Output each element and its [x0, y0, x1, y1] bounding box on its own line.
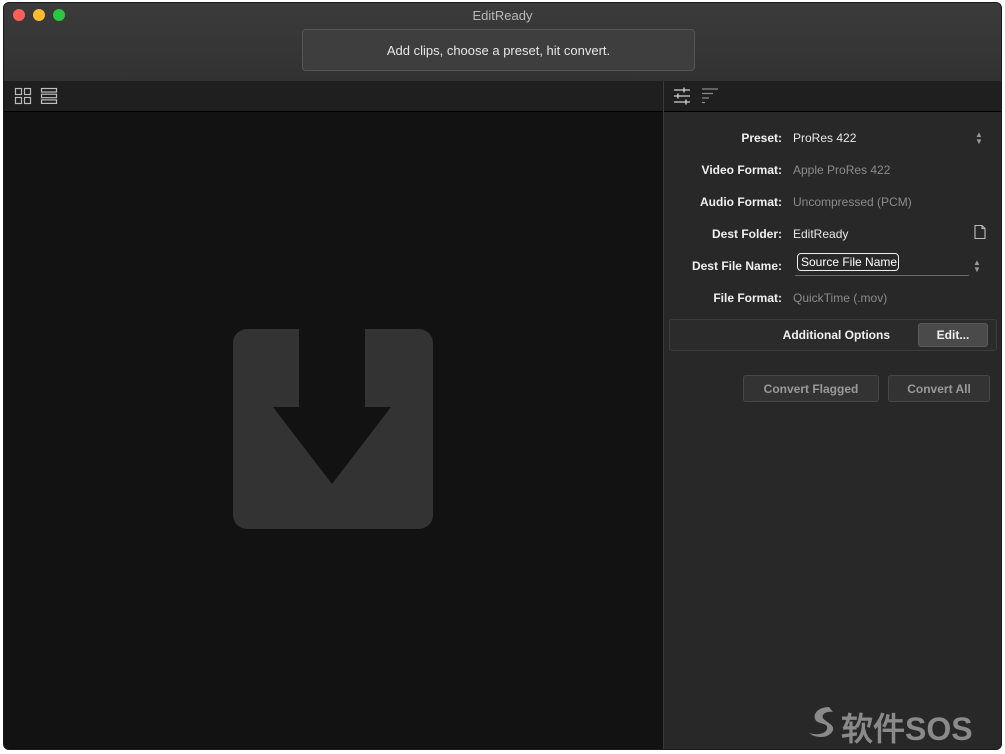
preset-label: Preset:	[741, 131, 782, 145]
dest-folder-row: Dest Folder: EditReady	[664, 223, 1001, 247]
watermark-text: 软件SOS	[841, 711, 973, 747]
sort-icon[interactable]	[700, 86, 720, 106]
dest-file-name-row: Dest File Name: Source File Name ▲ ▼	[664, 253, 1001, 279]
dest-file-name-stepper-icon[interactable]: ▲ ▼	[973, 259, 981, 274]
settings-toolbar	[664, 81, 1001, 112]
title-bar: EditReady Add clips, choose a preset, hi…	[4, 3, 1001, 82]
file-format-value: QuickTime (.mov)	[793, 291, 888, 305]
dest-folder-value: EditReady	[793, 227, 849, 241]
additional-options-panel: Additional Options Edit...	[669, 319, 997, 351]
audio-format-label: Audio Format:	[700, 195, 782, 209]
additional-options-label: Additional Options	[782, 328, 890, 342]
settings-pane: Preset: ProRes 422 ▲ ▼ Video Format: Appl…	[664, 81, 1001, 749]
dest-file-name-token[interactable]: Source File Name	[797, 253, 899, 271]
list-view-icon[interactable]	[40, 87, 58, 105]
dest-file-name-field[interactable]	[795, 275, 969, 276]
video-format-value: Apple ProRes 422	[793, 163, 891, 177]
grid-view-icon[interactable]	[14, 87, 32, 105]
clip-list-pane[interactable]	[4, 81, 663, 749]
watermark-logo-icon	[809, 707, 834, 737]
edit-options-button[interactable]: Edit...	[918, 323, 988, 347]
download-arrow-icon	[233, 329, 433, 529]
file-format-label: File Format:	[713, 291, 782, 305]
dest-file-name-label: Dest File Name:	[691, 259, 782, 273]
audio-format-row: Audio Format: Uncompressed (PCM)	[664, 191, 1001, 215]
settings-sliders-icon[interactable]	[672, 86, 692, 106]
document-icon[interactable]	[973, 224, 987, 240]
file-format-row: File Format: QuickTime (.mov)	[664, 287, 1001, 311]
preset-select[interactable]: ProRes 422	[793, 131, 856, 145]
convert-all-button[interactable]: Convert All	[888, 375, 990, 402]
window-title: EditReady	[472, 8, 533, 23]
dest-folder-label: Dest Folder:	[711, 227, 782, 241]
watermark: 软件SOS	[805, 700, 995, 747]
clip-list-toolbar	[4, 81, 663, 112]
audio-format-value: Uncompressed (PCM)	[793, 195, 912, 209]
video-format-row: Video Format: Apple ProRes 422	[664, 159, 1001, 183]
video-format-label: Video Format:	[701, 163, 782, 177]
app-window: EditReady Add clips, choose a preset, hi…	[3, 2, 1002, 750]
convert-flagged-button[interactable]: Convert Flagged	[743, 375, 879, 402]
status-message: Add clips, choose a preset, hit convert.	[302, 29, 695, 71]
preset-row: Preset: ProRes 422 ▲ ▼	[664, 127, 1001, 151]
preset-stepper-icon[interactable]: ▲ ▼	[975, 131, 983, 146]
